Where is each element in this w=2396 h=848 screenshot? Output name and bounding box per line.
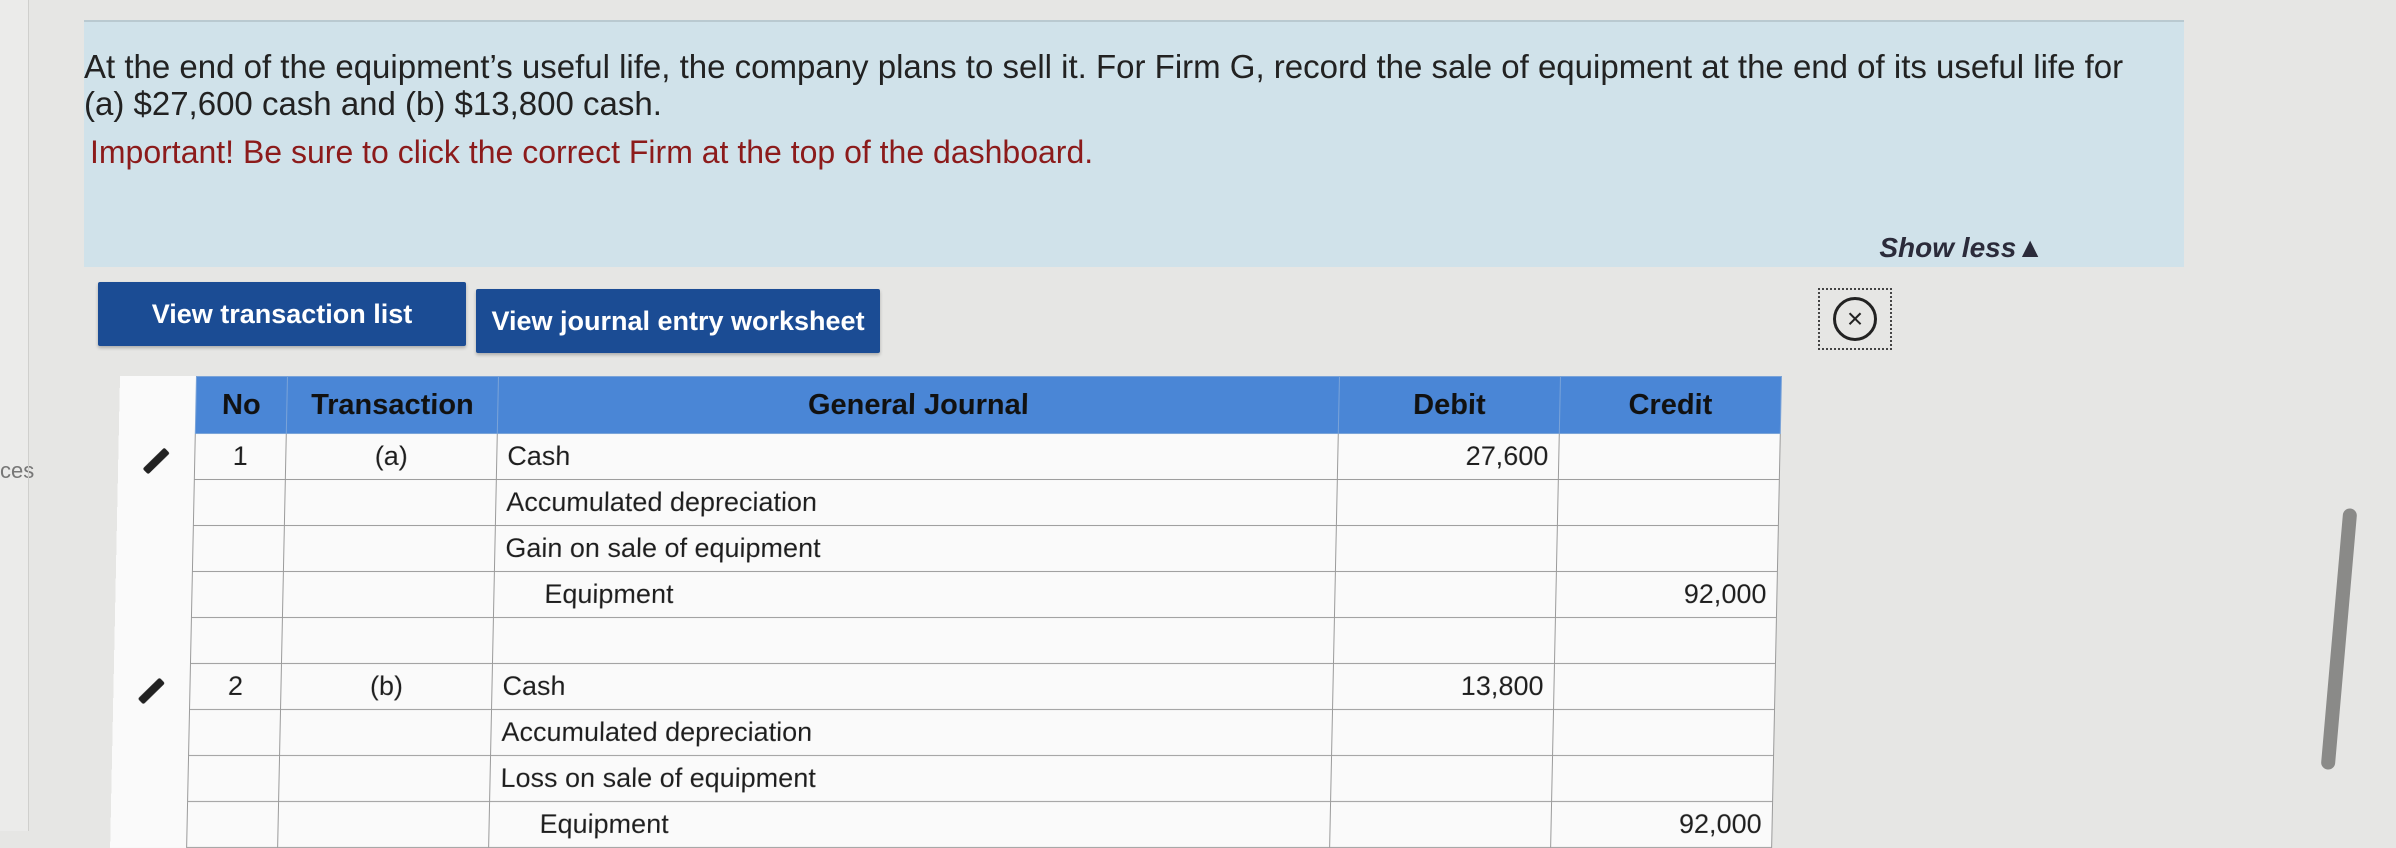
account-cell: Loss on sale of equipment bbox=[489, 755, 1332, 802]
table-row: Accumulated depreciation bbox=[117, 479, 1780, 526]
edit-cell bbox=[112, 710, 189, 756]
account-cell: Accumulated depreciation bbox=[490, 709, 1333, 756]
debit-cell bbox=[1336, 479, 1559, 526]
edit-cell[interactable] bbox=[113, 664, 190, 710]
header-transaction: Transaction bbox=[286, 376, 499, 434]
view-transaction-list-button[interactable]: View transaction list bbox=[98, 282, 466, 346]
edit-column-header bbox=[119, 377, 197, 434]
table-row bbox=[114, 617, 1777, 664]
transaction-cell bbox=[277, 801, 490, 848]
debit-cell bbox=[1335, 525, 1558, 572]
no-cell bbox=[187, 755, 280, 802]
no-cell: 2 bbox=[189, 663, 282, 710]
left-panel bbox=[0, 0, 28, 831]
edit-cell[interactable] bbox=[118, 434, 195, 480]
credit-cell bbox=[1553, 663, 1776, 710]
table-row: Equipment 92,000 bbox=[110, 801, 1773, 848]
transaction-cell bbox=[279, 709, 492, 756]
journal-table: No Transaction General Journal Debit Cre… bbox=[110, 376, 1782, 848]
table-row: Gain on sale of equipment bbox=[116, 525, 1779, 572]
close-button[interactable]: × bbox=[1818, 288, 1892, 350]
header-no: No bbox=[195, 376, 288, 434]
edit-cell bbox=[116, 526, 193, 572]
transaction-cell bbox=[278, 755, 491, 802]
account-cell: Equipment bbox=[488, 801, 1331, 848]
no-cell bbox=[191, 571, 284, 618]
debit-cell bbox=[1333, 617, 1556, 664]
credit-cell: 92,000 bbox=[1555, 571, 1778, 618]
debit-cell bbox=[1334, 571, 1557, 618]
header-credit: Credit bbox=[1559, 376, 1782, 434]
edit-cell bbox=[114, 618, 191, 664]
debit-cell bbox=[1331, 709, 1554, 756]
account-cell: Gain on sale of equipment bbox=[494, 525, 1337, 572]
view-journal-entry-worksheet-button[interactable]: View journal entry worksheet bbox=[476, 289, 880, 353]
account-cell: Cash bbox=[496, 433, 1339, 480]
transaction-cell bbox=[282, 571, 495, 618]
debit-cell bbox=[1329, 801, 1552, 848]
edit-cell bbox=[110, 802, 187, 848]
account-cell: Accumulated depreciation bbox=[495, 479, 1338, 526]
no-cell bbox=[192, 525, 285, 572]
account-cell: Cash bbox=[491, 663, 1334, 710]
no-cell: 1 bbox=[194, 433, 287, 480]
credit-cell bbox=[1552, 709, 1775, 756]
pencil-icon[interactable] bbox=[137, 677, 165, 705]
instruction-panel: At the end of the equipment’s useful lif… bbox=[84, 20, 2184, 267]
credit-cell bbox=[1551, 755, 1774, 802]
header-general-journal: General Journal bbox=[497, 376, 1340, 434]
pencil-icon[interactable] bbox=[142, 447, 170, 475]
table-row: 2 (b) Cash 13,800 bbox=[113, 663, 1776, 710]
debit-cell: 27,600 bbox=[1337, 433, 1560, 480]
no-cell bbox=[190, 617, 283, 664]
credit-cell: 92,000 bbox=[1550, 801, 1773, 848]
table-header-row: No Transaction General Journal Debit Cre… bbox=[119, 376, 1782, 434]
table-row: Equipment 92,000 bbox=[115, 571, 1778, 618]
account-cell: Equipment bbox=[493, 571, 1336, 618]
debit-cell: 13,800 bbox=[1332, 663, 1555, 710]
account-cell bbox=[492, 617, 1335, 664]
transaction-cell bbox=[283, 525, 496, 572]
close-icon: × bbox=[1833, 297, 1877, 341]
transaction-cell: (a) bbox=[285, 433, 498, 480]
header-debit: Debit bbox=[1338, 376, 1561, 434]
left-panel-fragment: ces bbox=[0, 458, 35, 483]
table-row: Loss on sale of equipment bbox=[111, 755, 1774, 802]
instruction-text: At the end of the equipment’s useful lif… bbox=[84, 48, 2124, 122]
transaction-cell bbox=[284, 479, 497, 526]
edit-cell bbox=[117, 480, 194, 526]
show-less-link[interactable]: Show less▲ bbox=[1879, 232, 2044, 264]
no-cell bbox=[186, 801, 279, 848]
important-note: Important! Be sure to click the correct … bbox=[90, 134, 1094, 170]
page-edge bbox=[28, 0, 29, 831]
credit-cell bbox=[1556, 525, 1779, 572]
journal-table-wrap: No Transaction General Journal Debit Cre… bbox=[110, 376, 1810, 848]
no-cell bbox=[193, 479, 286, 526]
table-row: 1 (a) Cash 27,600 bbox=[118, 433, 1781, 480]
no-cell bbox=[188, 709, 281, 756]
scrollbar[interactable] bbox=[2320, 507, 2358, 771]
credit-cell bbox=[1557, 479, 1780, 526]
credit-cell bbox=[1558, 433, 1781, 480]
transaction-cell: (b) bbox=[280, 663, 493, 710]
transaction-cell bbox=[281, 617, 494, 664]
table-row: Accumulated depreciation bbox=[112, 709, 1775, 756]
credit-cell bbox=[1554, 617, 1777, 664]
edit-cell bbox=[115, 572, 192, 618]
debit-cell bbox=[1330, 755, 1553, 802]
edit-cell bbox=[111, 756, 188, 802]
